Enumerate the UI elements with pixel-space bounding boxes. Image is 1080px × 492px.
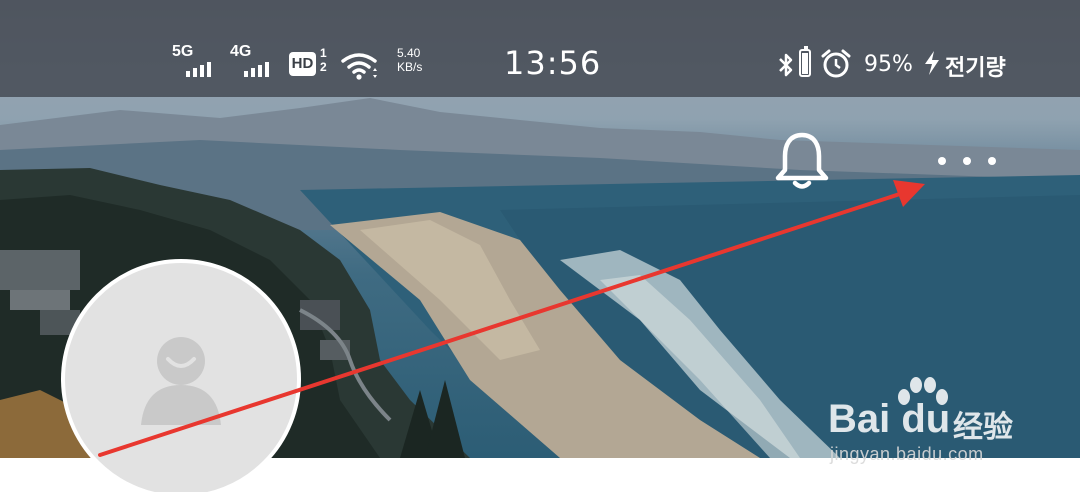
- more-dot: [988, 157, 996, 165]
- speed-value: 5.40: [397, 46, 421, 60]
- status-bar: 5G 4G HD 1 2 5.40 KB/s 13:56 95% 전기량: [0, 0, 1080, 97]
- watermark-url: jingyan.baidu.com: [830, 444, 984, 464]
- status-time: 13:56: [504, 44, 602, 82]
- hd-sim-bottom: 2: [320, 60, 327, 74]
- network-type-2: 4G: [230, 43, 252, 60]
- more-dot: [938, 157, 946, 165]
- signal-icon-2: [244, 62, 269, 77]
- battery-fill: [802, 53, 808, 74]
- charging-bolt-icon: [925, 51, 939, 75]
- more-dot: [963, 157, 971, 165]
- charging-label: 전기량: [945, 56, 1006, 81]
- speed-unit: KB/s: [397, 60, 423, 74]
- battery-icon: [799, 46, 811, 77]
- hd-sim-indicator: 1 2: [320, 46, 327, 74]
- network-speed: 5.40 KB/s: [397, 46, 422, 74]
- watermark-logo: Bai du: [828, 397, 951, 441]
- hd-voice-icon: HD: [289, 52, 316, 76]
- wifi-icon: [341, 53, 377, 80]
- notification-bell-icon[interactable]: [773, 130, 831, 192]
- hd-sim-top: 1: [320, 46, 327, 60]
- profile-screen: 5G 4G HD 1 2 5.40 KB/s 13:56 95% 전기량 Bai…: [0, 0, 1080, 492]
- profile-avatar[interactable]: [61, 259, 301, 492]
- network-type-1: 5G: [172, 43, 194, 60]
- default-user-icon: [141, 337, 221, 425]
- more-options-icon[interactable]: [938, 148, 1008, 174]
- signal-icon: [186, 62, 211, 77]
- watermark-logo-cn: 经验: [953, 410, 1013, 445]
- bluetooth-icon: [779, 53, 793, 77]
- battery-percent: 95%: [864, 52, 913, 77]
- alarm-icon: [821, 49, 851, 78]
